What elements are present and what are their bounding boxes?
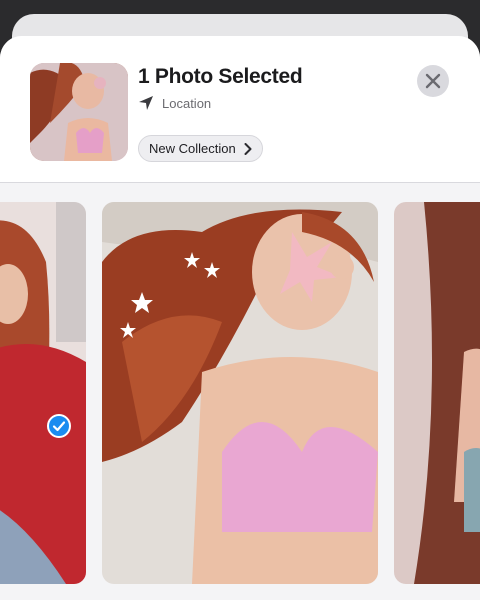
new-collection-label: New Collection [149,141,236,156]
photo-card-center[interactable] [102,202,378,584]
chevron-right-icon [244,142,252,155]
close-x-icon [425,73,441,89]
photo-card-right[interactable] [394,202,480,584]
location-arrow-icon [139,96,153,110]
photo-card-left[interactable] [0,202,86,584]
selection-title: 1 Photo Selected [138,65,303,88]
photo-center-image [102,202,378,584]
new-collection-button[interactable]: New Collection [138,135,263,162]
photo-selection-sheet: 1 Photo Selected Location New Collection [0,36,480,600]
photo-carousel[interactable] [0,202,480,586]
photo-left-image [0,202,86,584]
selected-photo-thumbnail[interactable] [30,63,128,161]
location-row[interactable]: Location [138,94,211,112]
selected-check-badge[interactable] [47,414,71,438]
thumbnail-image [30,63,128,161]
close-button[interactable] [417,65,449,97]
sheet-header: 1 Photo Selected Location New Collection [0,36,480,182]
location-label: Location [162,95,212,111]
photo-right-image [394,202,480,584]
checkmark-circle-icon [52,421,66,432]
header-divider [0,182,480,183]
